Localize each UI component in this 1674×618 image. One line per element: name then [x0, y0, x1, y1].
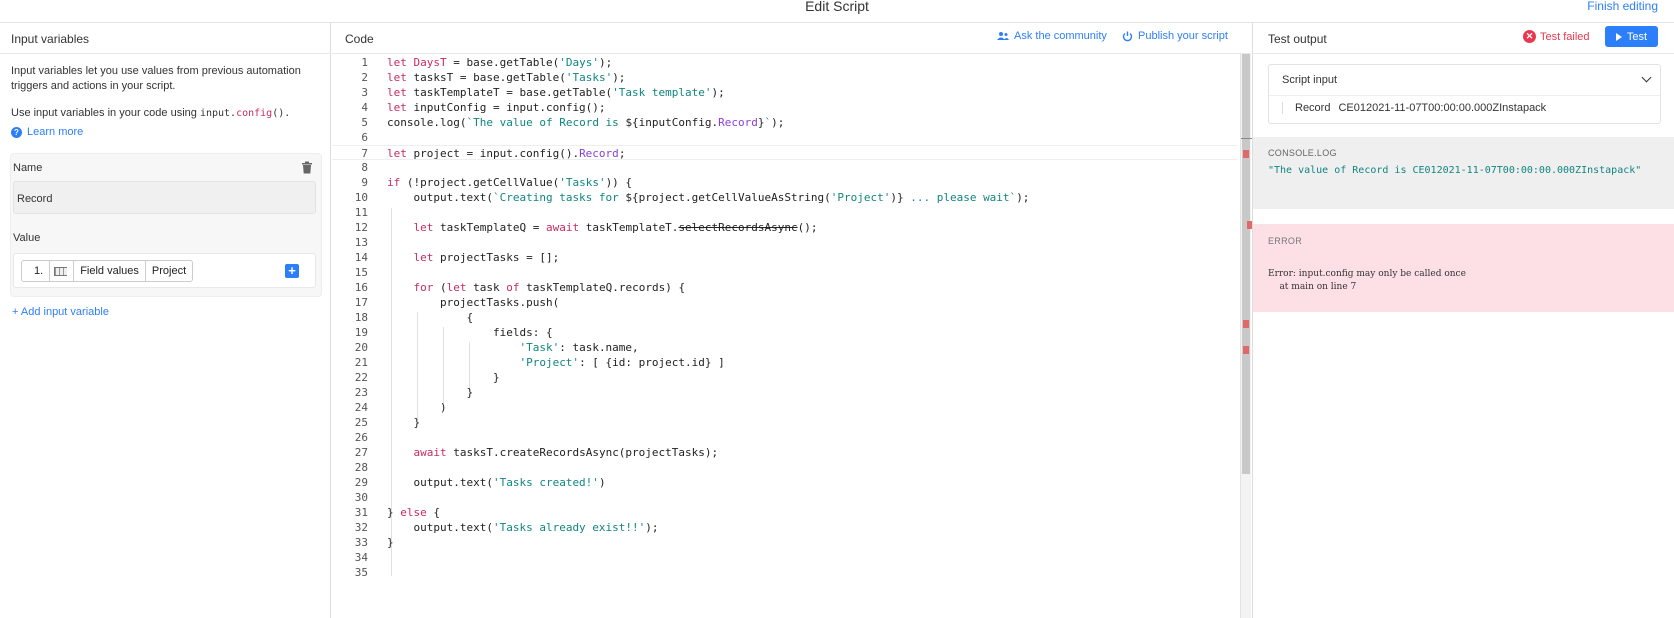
error-marker — [1243, 346, 1249, 354]
error-marker — [1243, 150, 1249, 158]
name-field[interactable]: Record — [13, 181, 316, 214]
code-line: 23 } — [354, 386, 474, 399]
value-field[interactable]: 1. Field values Project + — [13, 253, 316, 288]
ask-community-link[interactable]: Ask the community — [997, 30, 1107, 42]
test-status: ✕ Test failed — [1523, 30, 1590, 43]
code-line: 21 'Project': [ {id: project.id} ] — [354, 356, 725, 369]
test-output-panel: Test output ✕ Test failed Test Script inp… — [1252, 23, 1674, 618]
code-line: 12 let taskTemplateQ = await taskTemplat… — [354, 221, 818, 234]
learn-more-label: Learn more — [27, 126, 84, 138]
code-line: 16 for (let task of taskTemplateQ.record… — [354, 281, 686, 294]
page-title: Edit Script — [805, 0, 869, 14]
code-line: 4 let inputConfig = input.config(); — [361, 101, 606, 114]
code-line: 1 let DaysT = base.getTable('Days'); — [361, 56, 613, 69]
chevron-down-icon[interactable] — [1641, 72, 1652, 83]
token-source: Field values — [74, 261, 146, 281]
plus-icon: + — [12, 306, 21, 318]
code-line: 34 — [354, 551, 368, 564]
divider — [0, 53, 331, 54]
error-label: ERROR — [1268, 236, 1303, 246]
error-message: Error: input.config may only be called o… — [1268, 269, 1466, 292]
usage-text: Use input variables in your code using — [11, 107, 200, 119]
test-button[interactable]: Test — [1605, 26, 1658, 47]
code-line: 32 output.text('Tasks already exist!!'); — [354, 521, 659, 534]
code-line: 31} else { — [354, 506, 440, 519]
input-variables-description: Input variables let you use values from … — [11, 65, 301, 92]
code-line: 19 fields: { — [354, 326, 553, 339]
code-line: 9 if (!project.getCellValue('Tasks')) { — [361, 176, 633, 189]
code-line: 33} — [354, 536, 394, 549]
code-line: 2 let tasksT = base.getTable('Tasks'); — [361, 71, 626, 84]
finish-editing-link[interactable]: Finish editing — [1587, 0, 1658, 12]
code-panel: Code Ask the community Publish your scri… — [332, 23, 1252, 618]
learn-more-link[interactable]: ? Learn more — [11, 126, 83, 138]
code-line: 20 'Task': task.name, — [354, 341, 639, 354]
record-label: Record — [1295, 102, 1331, 114]
question-icon: ? — [11, 126, 22, 138]
record-value: CE012021-11-07T00:00:00.000ZInstapack — [1338, 102, 1547, 114]
code-line: 25 } — [354, 416, 421, 429]
code-line: 10 output.text(`Creating tasks for ${pro… — [354, 191, 1030, 204]
code-line: 27 await tasksT.createRecordsAsync(proje… — [354, 446, 719, 459]
code-line: 35 — [354, 566, 368, 579]
top-bar: Edit Script Finish editing — [0, 0, 1674, 22]
script-input-section[interactable]: Script input Record CE012021-11-07T00:00:… — [1268, 64, 1661, 124]
code-line: 22 } — [354, 371, 500, 384]
code-line: 29 output.text('Tasks created!') — [354, 476, 606, 489]
code-line: 3 let taskTemplateT = base.getTable('Task… — [361, 86, 725, 99]
add-token-button[interactable]: + — [285, 264, 299, 278]
code-line: 26 — [354, 431, 368, 444]
value-token[interactable]: 1. Field values Project — [21, 260, 194, 282]
code-line: 17 projectTasks.push( — [354, 296, 560, 309]
script-input-label: Script input — [1282, 74, 1338, 86]
code-line-active: 7 let project = input.config().Record; — [332, 145, 1237, 160]
power-icon — [1122, 31, 1133, 41]
value-label: Value — [13, 232, 41, 244]
console-log-label: CONSOLE.LOG — [1268, 148, 1337, 158]
code-editor[interactable]: 1 let DaysT = base.getTable('Days'); 2 let… — [332, 54, 1251, 618]
publish-script-link[interactable]: Publish your script — [1122, 30, 1228, 42]
input-variables-title: Input variables — [11, 32, 90, 46]
test-output-title: Test output — [1268, 32, 1327, 46]
input-variable-card: Name Record Value 1. Field values Projec… — [10, 153, 322, 297]
console-log-message: "The value of Record is CE012021-11-07T0… — [1268, 165, 1642, 176]
code-line: 5 console.log(`The value of Record is ${i… — [361, 116, 785, 129]
code-scrollbar[interactable] — [1240, 54, 1252, 618]
console-log-section: CONSOLE.LOG "The value of Record is CE01… — [1253, 137, 1674, 209]
code-line: 6 — [361, 131, 368, 144]
table-grid-icon — [54, 266, 68, 276]
trash-icon[interactable] — [301, 161, 313, 174]
token-step: 1. — [22, 261, 75, 281]
record-input-row: Record CE012021-11-07T00:00:00.000ZInstap… — [1282, 102, 1546, 114]
people-icon — [997, 32, 1009, 40]
divider — [1253, 53, 1674, 54]
code-line: 30 — [354, 491, 368, 504]
divider — [1269, 95, 1660, 96]
code-line: 28 — [354, 461, 368, 474]
add-input-variable-link[interactable]: + Add input variable — [12, 306, 109, 318]
code-line: 15 — [354, 266, 368, 279]
code-title: Code — [345, 32, 374, 46]
scrollbar-thumb[interactable] — [1242, 54, 1250, 474]
code-line: 14 let projectTasks = []; — [354, 251, 560, 264]
usage-code: input.config(). — [199, 108, 291, 119]
viewport-marker — [1241, 138, 1252, 139]
error-section: ERROR Error: input.config may only be ca… — [1253, 224, 1674, 312]
error-circle-icon: ✕ — [1523, 30, 1536, 43]
play-icon — [1615, 32, 1622, 41]
code-line: 18 { — [354, 311, 474, 324]
error-marker — [1243, 320, 1249, 328]
token-field: Project — [151, 265, 187, 277]
name-label: Name — [13, 162, 43, 174]
input-variables-usage: Use input variables in your code using i… — [11, 107, 290, 119]
code-line: 11 — [354, 206, 368, 219]
code-line: 8 — [361, 161, 368, 174]
code-line: 24 ) — [354, 401, 447, 414]
code-line: 13 — [354, 236, 368, 249]
input-variables-panel: Input variables Input variables let you … — [0, 23, 331, 618]
